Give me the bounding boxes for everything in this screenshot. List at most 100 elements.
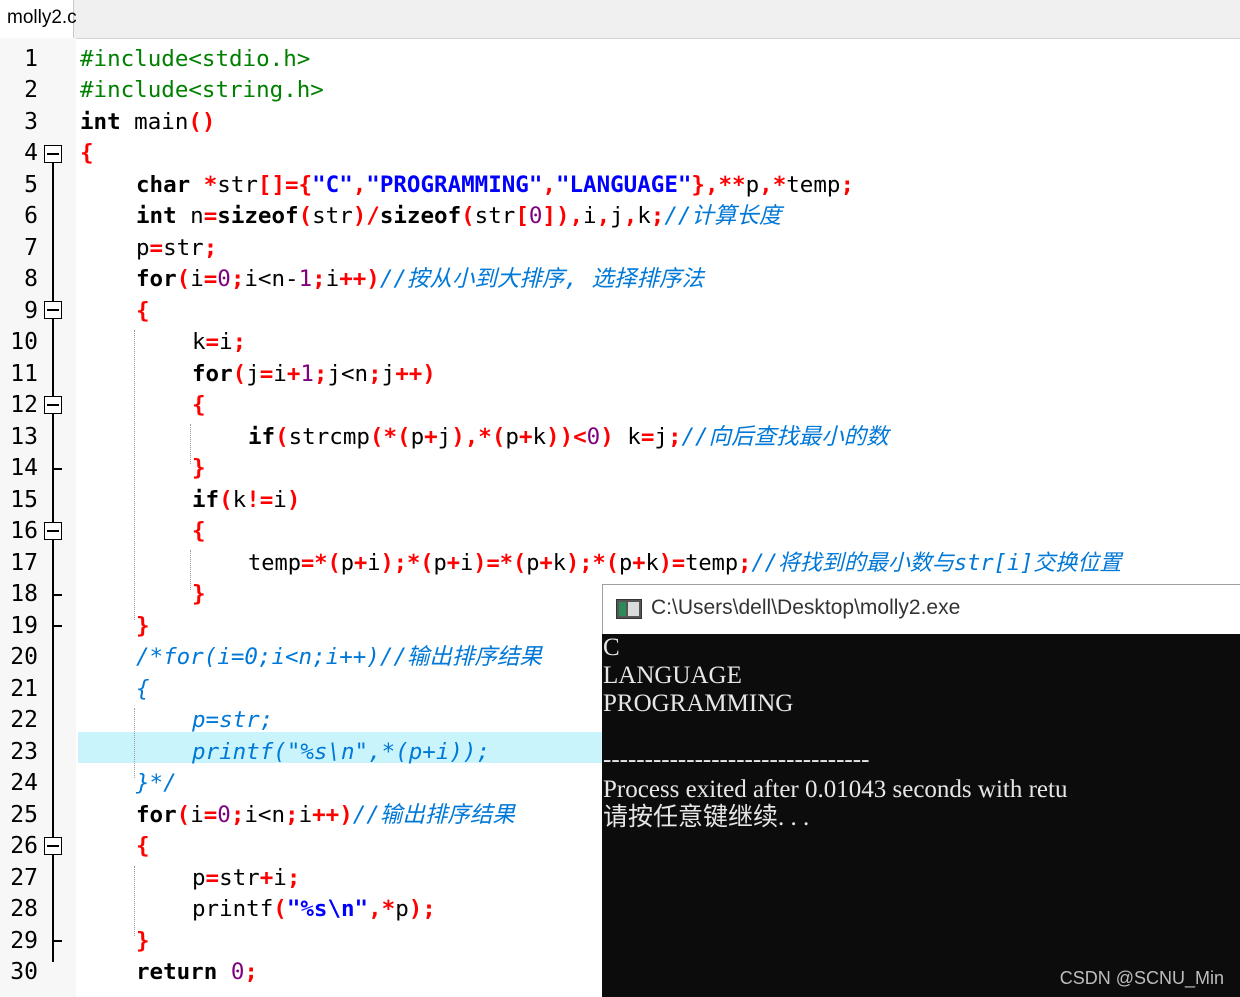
line-number: 23	[10, 739, 38, 765]
code-token: (*(	[369, 424, 411, 450]
line-number: 19	[10, 613, 38, 639]
code-token: =	[203, 266, 218, 292]
code-token: i	[298, 802, 313, 828]
line-number: 27	[10, 865, 38, 891]
fold-toggle-icon[interactable]	[44, 396, 62, 414]
code-token: )=*(	[473, 551, 527, 576]
line-number: 3	[24, 109, 38, 135]
code-token: [	[515, 203, 529, 229]
code-comment: {	[136, 676, 150, 702]
code-token: for	[192, 361, 233, 387]
fold-toggle-icon[interactable]	[44, 145, 62, 163]
line-number: 21	[10, 676, 38, 702]
code-line: #include<stdio.h>	[80, 44, 310, 75]
code-token: p	[395, 896, 409, 922]
code-line: }	[136, 926, 150, 957]
code-line: {	[136, 674, 150, 705]
code-token: );	[408, 896, 436, 922]
code-token: k	[645, 551, 659, 576]
code-token: return	[136, 959, 218, 985]
code-line: if(strcmp(*(p+j),*(p+k))<0) k=j;//向后查找最小…	[248, 422, 889, 453]
code-token: {	[80, 140, 94, 166]
code-token: #include<stdio.h>	[80, 46, 311, 72]
code-token: ;	[312, 266, 326, 292]
code-token: );*(	[565, 551, 619, 576]
code-line: }	[192, 579, 206, 610]
code-token: 1	[298, 266, 313, 292]
code-token: ++)	[395, 361, 436, 387]
line-number: 2	[24, 77, 38, 103]
code-token: ;	[230, 266, 245, 292]
code-token: i	[583, 203, 597, 229]
code-token: +	[518, 424, 533, 450]
code-token: 0	[586, 424, 601, 450]
code-token: ;	[230, 802, 245, 828]
fold-end-tick	[52, 594, 62, 596]
code-token: i<n	[244, 802, 286, 828]
code-token: j	[246, 361, 260, 387]
code-token: j	[437, 424, 452, 450]
line-number: 12	[10, 392, 38, 418]
tab-molly2-c[interactable]: molly2.c	[0, 0, 77, 38]
console-window[interactable]: C:\Users\dell\Desktop\molly2.exe C LANGUA…	[602, 584, 1240, 997]
fold-toggle-icon[interactable]	[44, 301, 62, 319]
code-token: ;	[244, 959, 258, 985]
code-line: k=i;	[192, 327, 246, 358]
code-token: int	[80, 109, 121, 135]
code-token: !=	[246, 487, 274, 513]
code-token: j	[654, 424, 668, 450]
code-token: )/	[352, 203, 380, 229]
code-token: ;	[286, 865, 301, 891]
code-token: 0	[217, 802, 231, 828]
code-token: ))<	[546, 424, 587, 450]
code-token: )	[600, 424, 614, 450]
fold-toggle-icon[interactable]	[44, 837, 62, 855]
code-token: str	[217, 172, 258, 198]
line-number: 9	[24, 298, 38, 324]
code-token: ;	[203, 235, 218, 261]
code-token: sizeof	[379, 203, 462, 229]
code-comment: //向后查找最小的数	[681, 424, 889, 450]
code-token: if	[248, 424, 276, 450]
code-line: temp=*(p+i);*(p+i)=*(p+k);*(p+k)=temp;//…	[248, 548, 1121, 579]
code-token: ;	[232, 329, 247, 355]
code-line: for(i=0;i<n;i++)//输出排序结果	[136, 800, 515, 831]
code-token: {	[136, 833, 150, 859]
code-token: 0	[528, 203, 543, 229]
fold-toggle-icon[interactable]	[44, 522, 62, 540]
console-line: 请按任意键继续. . .	[603, 804, 810, 831]
code-comment: /*for(i=0;i<n;i++)//输出排序结果	[136, 644, 542, 670]
code-line: for(j=i+1;j<n;j++)	[192, 359, 436, 390]
indent-guide	[134, 866, 135, 936]
code-comment: }*/	[136, 770, 177, 796]
code-token: i	[190, 266, 204, 292]
code-comment: //计算长度	[664, 203, 782, 229]
line-number: 8	[24, 266, 38, 292]
code-comment: p=str;	[192, 707, 274, 733]
code-line: #include<string.h>	[80, 75, 324, 106]
code-token: =	[203, 203, 218, 229]
code-token: char	[136, 172, 191, 198]
console-title-bar[interactable]: C:\Users\dell\Desktop\molly2.exe	[602, 584, 1240, 634]
code-token: }	[192, 455, 206, 481]
code-token: =	[205, 865, 220, 891]
code-token: str	[163, 235, 204, 261]
code-token: j<n	[327, 361, 369, 387]
code-token: "%s\n"	[286, 896, 369, 922]
code-token: {	[192, 518, 206, 544]
line-number: 1	[24, 46, 38, 72]
code-line: int n=sizeof(str)/sizeof(str[0]),i,j,k;/…	[136, 201, 781, 232]
code-token: temp	[685, 551, 739, 576]
code-comment: printf("%s\n",*(p+i));	[192, 739, 491, 765]
code-token: =	[149, 235, 164, 261]
line-number: 15	[10, 487, 38, 513]
indent-guide	[134, 330, 135, 620]
code-token: 0	[230, 959, 245, 985]
code-token: i	[190, 802, 204, 828]
code-token: ;	[313, 361, 328, 387]
console-app-icon	[616, 599, 642, 619]
line-number: 5	[24, 172, 38, 198]
code-token: ++)	[312, 802, 353, 828]
